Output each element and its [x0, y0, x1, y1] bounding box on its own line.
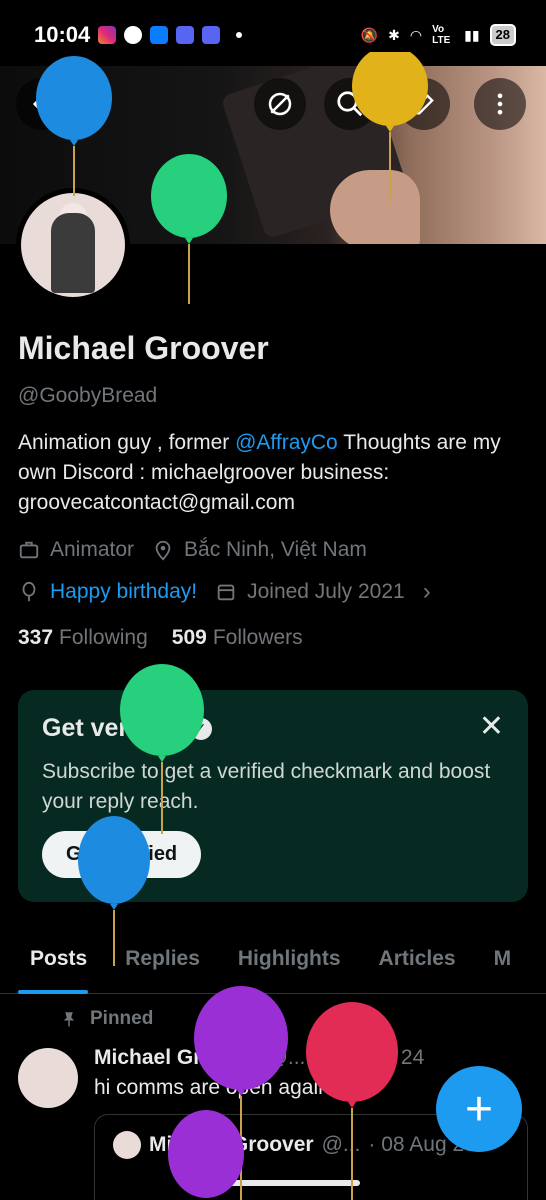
- location-pin-icon: [155, 540, 171, 561]
- discord-icon: [202, 26, 220, 44]
- close-icon[interactable]: ✕: [479, 712, 504, 742]
- post-text: hi comms are open again!!!: [94, 1076, 348, 1099]
- signal-icon: ▮▮: [464, 26, 480, 43]
- quote-author-name: Michael Groover: [149, 1133, 314, 1156]
- profile-meta-row-1: Animator Bắc Ninh, Việt Nam: [18, 538, 385, 562]
- profile-avatar[interactable]: [16, 188, 130, 302]
- search-icon: [337, 91, 363, 117]
- arrow-left-icon: [32, 95, 51, 113]
- get-verified-card: Get verified ✓ Subscribe to get a verifi…: [18, 690, 528, 902]
- profile-name: Michael Groover: [18, 330, 269, 366]
- profile-handle: @GoobyBread: [18, 384, 158, 407]
- banner-hand-image: [330, 170, 420, 244]
- quote-avatar: [113, 1131, 141, 1159]
- messenger-icon: [150, 26, 168, 44]
- pin-icon: [63, 1012, 75, 1027]
- profile-bio: Animation guy , former @AffrayCo Thought…: [18, 431, 501, 514]
- get-verified-button[interactable]: Get Verified: [42, 831, 202, 878]
- instagram-icon: [98, 26, 116, 44]
- tab-posts[interactable]: Posts: [0, 930, 106, 994]
- tab-replies[interactable]: Replies: [106, 930, 219, 994]
- chevron-right-icon[interactable]: ›: [423, 578, 431, 606]
- profile-joined: Joined July 2021: [247, 580, 405, 603]
- chat-icon: [124, 26, 142, 44]
- post-date: · 14 May 24: [313, 1046, 425, 1069]
- more-button[interactable]: [474, 78, 526, 130]
- tab-media[interactable]: M: [475, 930, 531, 994]
- card-title: Get verified: [42, 714, 180, 742]
- briefcase-icon: [19, 541, 39, 559]
- back-button[interactable]: [16, 78, 68, 130]
- bio-mention-link[interactable]: @AffrayCo: [235, 431, 338, 454]
- followers-link[interactable]: 509 Followers: [172, 626, 303, 650]
- battery-icon: 28: [489, 24, 516, 46]
- card-body: Subscribe to get a verified checkmark an…: [42, 760, 491, 813]
- gesture-nav-handle[interactable]: [190, 1180, 360, 1186]
- pinned-label: Pinned: [60, 1008, 153, 1030]
- post-author-avatar[interactable]: [18, 1048, 78, 1108]
- more-notifications-dot: [236, 32, 242, 38]
- birthday-link[interactable]: Happy birthday!: [50, 580, 197, 604]
- post-author-name[interactable]: Michael Groover: [94, 1046, 259, 1070]
- follow-stats: 337 Following 509 Followers: [18, 626, 303, 650]
- compose-fab[interactable]: +: [436, 1066, 522, 1152]
- no-bell-icon: [268, 92, 292, 116]
- status-time: 10:04: [34, 22, 91, 47]
- following-link[interactable]: 337 Following: [18, 626, 148, 650]
- more-vertical-icon: [497, 93, 503, 115]
- profile-occupation: Animator: [50, 538, 135, 561]
- discord-icon: [176, 26, 194, 44]
- status-bar: 10:04 🔕 ✱ ◠ Vo LTE ▮▮ 28: [0, 0, 546, 66]
- quote-author-handle: @...: [321, 1133, 361, 1156]
- calendar-icon: [217, 584, 235, 601]
- wifi-icon: ◠: [409, 26, 423, 43]
- volte-label: Vo LTE: [432, 24, 451, 46]
- post-author-handle: @...: [266, 1046, 306, 1069]
- tab-highlights[interactable]: Highlights: [219, 930, 360, 994]
- tab-articles[interactable]: Articles: [360, 930, 475, 994]
- verified-badge-icon: ✓: [189, 717, 212, 740]
- profile-location: Bắc Ninh, Việt Nam: [184, 538, 367, 561]
- profile-meta-row-2: Happy birthday! Joined July 2021 ›: [18, 578, 431, 606]
- no-bell-button[interactable]: [254, 78, 306, 130]
- edit-button[interactable]: [398, 78, 450, 130]
- search-button[interactable]: [324, 78, 376, 130]
- edit-icon: [413, 94, 434, 115]
- profile-tabs: Posts Replies Highlights Articles M: [0, 930, 546, 994]
- bluetooth-icon: ✱: [388, 26, 400, 43]
- balloon-icon: [22, 581, 36, 602]
- mute-icon: 🔕: [360, 26, 379, 43]
